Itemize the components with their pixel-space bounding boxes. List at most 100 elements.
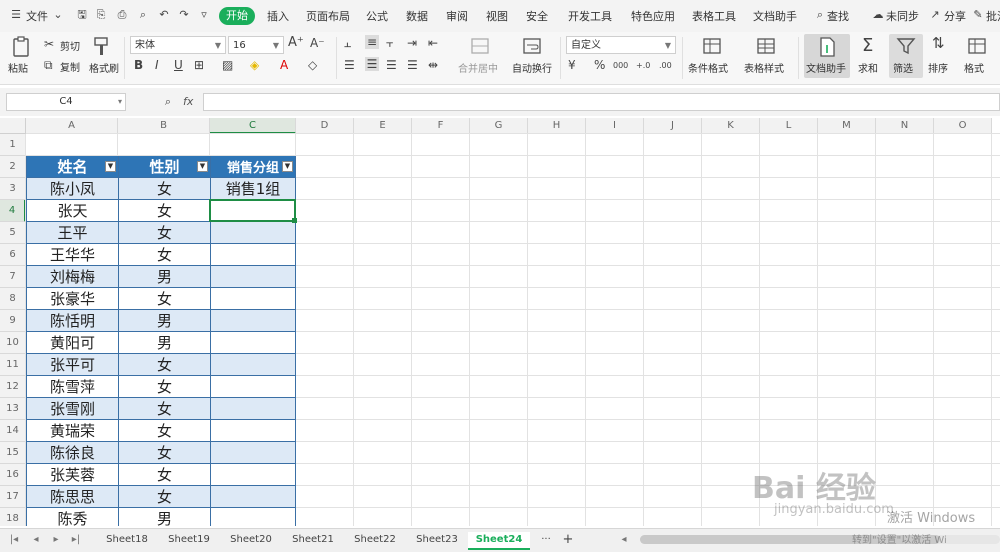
column-header-d[interactable]: D <box>296 118 354 134</box>
cut-button[interactable]: 剪切 <box>60 38 80 53</box>
align-bottom-icon[interactable]: ⫟ <box>386 36 393 50</box>
font-size-select[interactable]: 16 ▼ <box>228 36 284 54</box>
active-cell-border[interactable] <box>209 199 296 222</box>
tab-table-tools[interactable]: 表格工具 <box>692 8 736 24</box>
share-icon[interactable]: ↗ <box>929 9 941 21</box>
clear-icon[interactable]: ◇ <box>308 58 317 72</box>
bold-button[interactable]: B <box>134 58 143 72</box>
table-cell[interactable]: 陈雪萍 <box>26 376 118 398</box>
sync-status[interactable]: 未同步 <box>886 8 919 24</box>
doc-helper-button[interactable]: 文档助手 <box>806 60 846 75</box>
underline-button[interactable]: U <box>174 58 183 72</box>
column-header-k[interactable]: K <box>702 118 760 134</box>
thousands-button[interactable]: 000 <box>613 59 628 73</box>
tab-home[interactable]: 开始 <box>219 7 255 25</box>
font-name-select[interactable]: 宋体 ▼ <box>130 36 226 54</box>
copy-icon[interactable]: ⧉ <box>44 58 53 72</box>
table-cell[interactable]: 陈秀 <box>26 508 118 526</box>
function-icon[interactable]: fx <box>183 95 193 108</box>
table-cell[interactable]: 女 <box>118 398 210 420</box>
sheet-tab-sheet22[interactable]: Sheet22 <box>344 532 406 548</box>
column-header-a[interactable]: A <box>26 118 118 134</box>
row-header-10[interactable]: 10 <box>0 332 26 354</box>
align-top-icon[interactable]: ⫠ <box>344 36 351 50</box>
column-header-i[interactable]: I <box>586 118 644 134</box>
column-header-c[interactable]: C <box>210 118 296 134</box>
row-header-8[interactable]: 8 <box>0 288 26 310</box>
tab-developer[interactable]: 开发工具 <box>568 8 612 24</box>
row-header-18[interactable]: 18 <box>0 508 26 526</box>
cloud-icon[interactable]: ☁ <box>872 9 884 21</box>
table-cell[interactable]: 女 <box>118 244 210 266</box>
table-cell[interactable]: 陈小凤 <box>26 178 118 200</box>
table-style-button[interactable]: 表格样式 <box>744 60 784 75</box>
row-header-17[interactable]: 17 <box>0 486 26 508</box>
table-cell[interactable]: 陈恬明 <box>26 310 118 332</box>
formula-input[interactable] <box>203 93 1000 111</box>
add-sheet-button[interactable]: + <box>560 532 576 548</box>
table-cell[interactable] <box>210 288 296 310</box>
table-cell[interactable]: 张豪华 <box>26 288 118 310</box>
fill-color-icon[interactable]: ◈ <box>250 58 259 72</box>
row-header-12[interactable]: 12 <box>0 376 26 398</box>
export-icon[interactable]: ⎘ <box>95 9 107 21</box>
doc-helper-icon[interactable] <box>817 36 837 58</box>
currency-icon[interactable]: ¥ <box>568 58 576 72</box>
scroll-left-icon[interactable]: ◂ <box>618 532 630 548</box>
table-cell[interactable]: 女 <box>118 222 210 244</box>
table-cell[interactable] <box>210 244 296 266</box>
indent-icon[interactable]: ⇥ <box>407 36 417 50</box>
comment-icon[interactable]: ✎ <box>972 9 984 21</box>
column-header-f[interactable]: F <box>412 118 470 134</box>
save-icon[interactable]: 🖫 <box>76 9 88 21</box>
table-style-icon[interactable] <box>756 36 776 56</box>
tab-view[interactable]: 视图 <box>486 8 508 24</box>
next-sheet-icon[interactable]: ▸ <box>50 532 62 548</box>
tab-doc-helper[interactable]: 文档助手 <box>753 8 797 24</box>
comment-button[interactable]: 批注 <box>986 8 1000 24</box>
table-cell[interactable] <box>210 310 296 332</box>
italic-button[interactable]: I <box>155 58 159 72</box>
format-icon[interactable] <box>968 36 986 56</box>
name-box[interactable]: C4 ▾ <box>6 93 126 111</box>
sheet-tab-sheet21[interactable]: Sheet21 <box>282 532 344 548</box>
format-painter-icon[interactable] <box>92 36 112 58</box>
sheet-tab-sheet23[interactable]: Sheet23 <box>406 532 468 548</box>
table-cell[interactable] <box>210 332 296 354</box>
table-cell[interactable]: 女 <box>118 464 210 486</box>
row-header-11[interactable]: 11 <box>0 354 26 376</box>
table-cell[interactable] <box>210 354 296 376</box>
column-header-n[interactable]: N <box>876 118 934 134</box>
table-cell[interactable]: 王平 <box>26 222 118 244</box>
customize-toolbar-icon[interactable]: ▿ <box>198 9 210 21</box>
search-button[interactable]: 查找 <box>827 8 849 24</box>
table-cell[interactable] <box>210 486 296 508</box>
row-header-1[interactable]: 1 <box>0 134 26 156</box>
cell-style-icon[interactable]: ▨ <box>222 58 233 72</box>
row-header-14[interactable]: 14 <box>0 420 26 442</box>
sheet-tab-sheet18[interactable]: Sheet18 <box>96 532 158 548</box>
merge-center-icon[interactable] <box>470 36 490 56</box>
table-cell[interactable]: 黄阳可 <box>26 332 118 354</box>
outdent-icon[interactable]: ⇤ <box>428 36 438 50</box>
column-header-h[interactable]: H <box>528 118 586 134</box>
table-cell[interactable] <box>210 266 296 288</box>
decrease-decimal-button[interactable]: .00 <box>659 59 672 73</box>
table-cell[interactable] <box>210 442 296 464</box>
filter-dropdown-icon[interactable]: ▼ <box>197 161 208 172</box>
row-header-3[interactable]: 3 <box>0 178 26 200</box>
print-preview-icon[interactable]: ⌕ <box>137 9 149 21</box>
wrap-text-icon[interactable] <box>522 36 542 56</box>
sort-button[interactable]: 排序 <box>928 60 948 75</box>
column-header-b[interactable]: B <box>118 118 210 134</box>
file-menu[interactable]: 文件 <box>26 8 48 24</box>
table-cell[interactable]: 男 <box>118 332 210 354</box>
table-header-cell[interactable]: 销售分组 ▼ <box>210 156 296 178</box>
last-sheet-icon[interactable]: ▸| <box>70 532 82 548</box>
table-header-cell[interactable]: 性别 ▼ <box>118 156 210 178</box>
filter-button[interactable]: 筛选 <box>893 60 913 75</box>
table-cell[interactable]: 女 <box>118 354 210 376</box>
table-cell[interactable]: 女 <box>118 178 210 200</box>
tab-formulas[interactable]: 公式 <box>366 8 388 24</box>
sort-icon[interactable]: ⇅ <box>932 36 945 51</box>
